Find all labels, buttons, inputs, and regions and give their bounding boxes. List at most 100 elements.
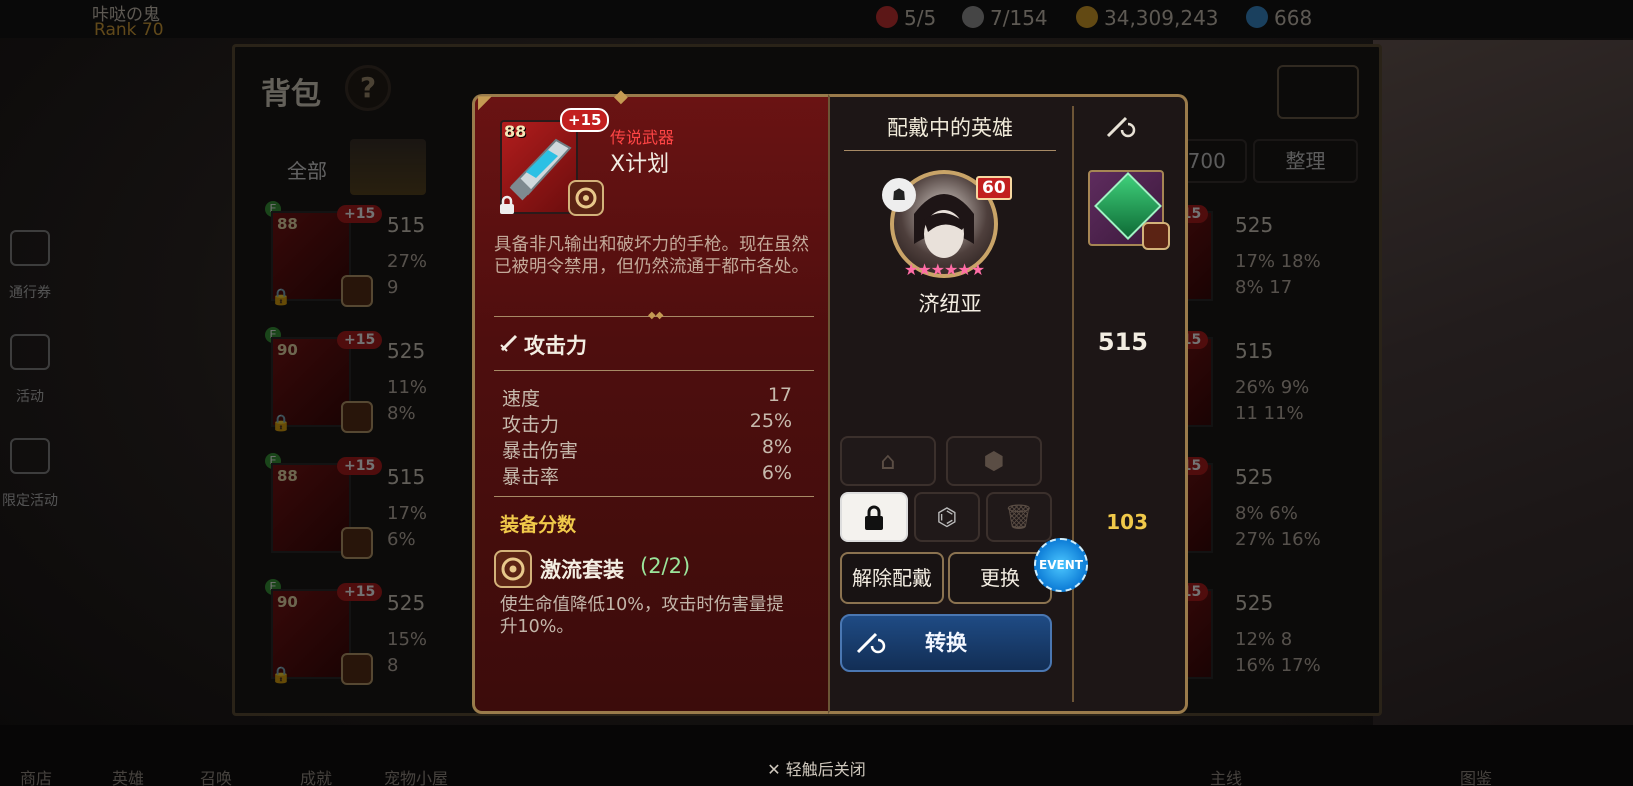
item-sub-stat: 8% 17 [1235,277,1293,298]
tab-all[interactable]: 全部 [287,155,327,184]
sub-stat-row: 攻击力 25% [502,410,792,436]
lock-icon [842,494,906,540]
item-sub-stat: 8% 6% [1235,503,1298,524]
item-main-stat: 525 [1235,213,1274,237]
set-count: (2/2) [640,554,691,578]
inventory-title: 背包 [261,77,321,112]
sub-stat-value: 17 [767,384,792,406]
hero-stars: ★★★★★★ [903,260,985,279]
lock-button[interactable] [840,492,908,542]
artifact-icon [1106,116,1136,138]
item-sub-stat: 15% [387,629,428,650]
sub-stat-row: 速度 17 [502,384,792,410]
sub-stat-label: 暴击率 [502,466,560,488]
gear-score-label: 装备分数 [500,514,577,536]
share-icon: ⌬ [936,503,958,531]
sub-stat-label: 暴击伤害 [502,440,579,462]
stamina-value: 7/154 [990,6,1048,30]
equipped-artifact[interactable] [1088,170,1170,250]
weapon-enhance-level: +15 [560,108,610,132]
lock-icon: 🔒 [271,413,291,432]
inventory-item[interactable]: E 90 +15 🔒 525 15% 8 [241,575,427,693]
item-main-stat: 525 [387,339,426,363]
inventory-item[interactable]: E 90 +15 🔒 525 11% 8% [241,323,427,441]
inventory-item[interactable]: E 88 +15 🔒 515 27% 9 [241,197,427,315]
weapon-description: 具备非凡输出和破坏力的手枪。现在虽然已被明令禁用，但仍然流通于都市各处。 [494,235,809,277]
set-icon [341,401,373,433]
energy-icon [876,6,898,28]
equipped-hero-title: 配戴中的英雄 [887,116,1013,140]
convert-button[interactable]: 转换 [840,614,1052,672]
right-banner-art [1373,40,1633,740]
main-stat-value: 515 [1097,328,1148,356]
sub-stat-value: 25% [749,410,792,432]
stamina-icon [962,6,984,28]
sword-icon [500,334,518,352]
tap-to-close-hint[interactable]: ✕ 轻触后关闭 [0,756,1633,780]
delete-button[interactable]: 🗑 [986,492,1052,542]
corner-ornament: ◤ [478,92,492,113]
item-sub-stat: 6% [387,529,416,550]
item-sub-stat: 27% [387,251,428,272]
bag-icon[interactable] [1181,61,1231,121]
item-main-stat: 515 [1235,339,1274,363]
user-rank: Rank 70 [94,20,164,40]
torrent-set-icon [568,180,604,216]
sub-stat-value: 6% [761,462,792,484]
item-sub-stat: 17% 18% [1235,251,1321,272]
item-sub-stat: 27% 16% [1235,529,1321,550]
nav-pass-label[interactable]: 通行券 [0,282,60,302]
item-level: 88 [277,467,298,485]
storage-icon: ⌂ [880,447,896,475]
pass-icon[interactable] [10,230,50,266]
convert-label: 转换 [925,631,967,655]
crystal-value: 668 [1274,6,1313,30]
weapon-rarity: 传说武器 [610,128,675,147]
gear-score-value: 103 [1106,510,1148,534]
torrent-set-icon [1142,222,1170,250]
item-level: 90 [277,341,298,359]
weapon-name: X计划 [610,152,670,177]
set-icon [341,275,373,307]
divider [494,370,814,371]
nav-limited-label[interactable]: 限定活动 [0,490,60,510]
storage-button[interactable]: ⌂ [840,436,936,486]
gold-icon [1076,6,1098,28]
help-button[interactable]: ? [345,65,391,111]
storage-icon[interactable] [1277,65,1359,119]
set-icon [341,527,373,559]
nav-event-label[interactable]: 活动 [0,386,60,406]
inventory-item[interactable]: E 88 +15 515 17% 6% [241,449,427,567]
item-level: 88 [277,215,298,233]
dice-button[interactable]: ⬢ [946,436,1042,486]
dice-icon: ⬢ [983,447,1005,475]
sub-stat-row: 暴击伤害 8% [502,436,792,462]
item-main-stat: 515 [387,213,426,237]
item-sub-stat: 11% [387,377,428,398]
item-enhance: +15 [337,331,383,349]
weapon-level: 88 [504,122,527,141]
crystal-icon [1246,6,1268,28]
set-icon [341,653,373,685]
limited-event-icon[interactable] [10,438,50,474]
tab-weapon[interactable] [350,139,426,195]
item-enhance: +15 [337,205,383,223]
gold-value: 34,309,243 [1104,6,1219,30]
hero-name: 济纽亚 [918,292,982,316]
item-level: 90 [277,593,298,611]
item-sub-stat: 26% 9% [1235,377,1310,398]
left-nav: 通行券 活动 限定活动 [0,40,64,740]
unequip-button[interactable]: 解除配戴 [840,552,944,604]
item-main-stat: 525 [1235,591,1274,615]
sub-stat-label: 速度 [502,388,541,410]
lock-icon [496,194,518,216]
item-sub-stat: 8 [387,655,399,676]
item-sub-stat: 9 [387,277,399,298]
crown-ornament: ◆ [614,86,628,107]
column-divider [1072,106,1074,702]
item-main-stat: 525 [387,591,426,615]
item-sub-stat: 17% [387,503,428,524]
event-icon[interactable] [10,334,50,370]
sort-button[interactable]: 整理 [1253,139,1358,183]
share-button[interactable]: ⌬ [914,492,980,542]
